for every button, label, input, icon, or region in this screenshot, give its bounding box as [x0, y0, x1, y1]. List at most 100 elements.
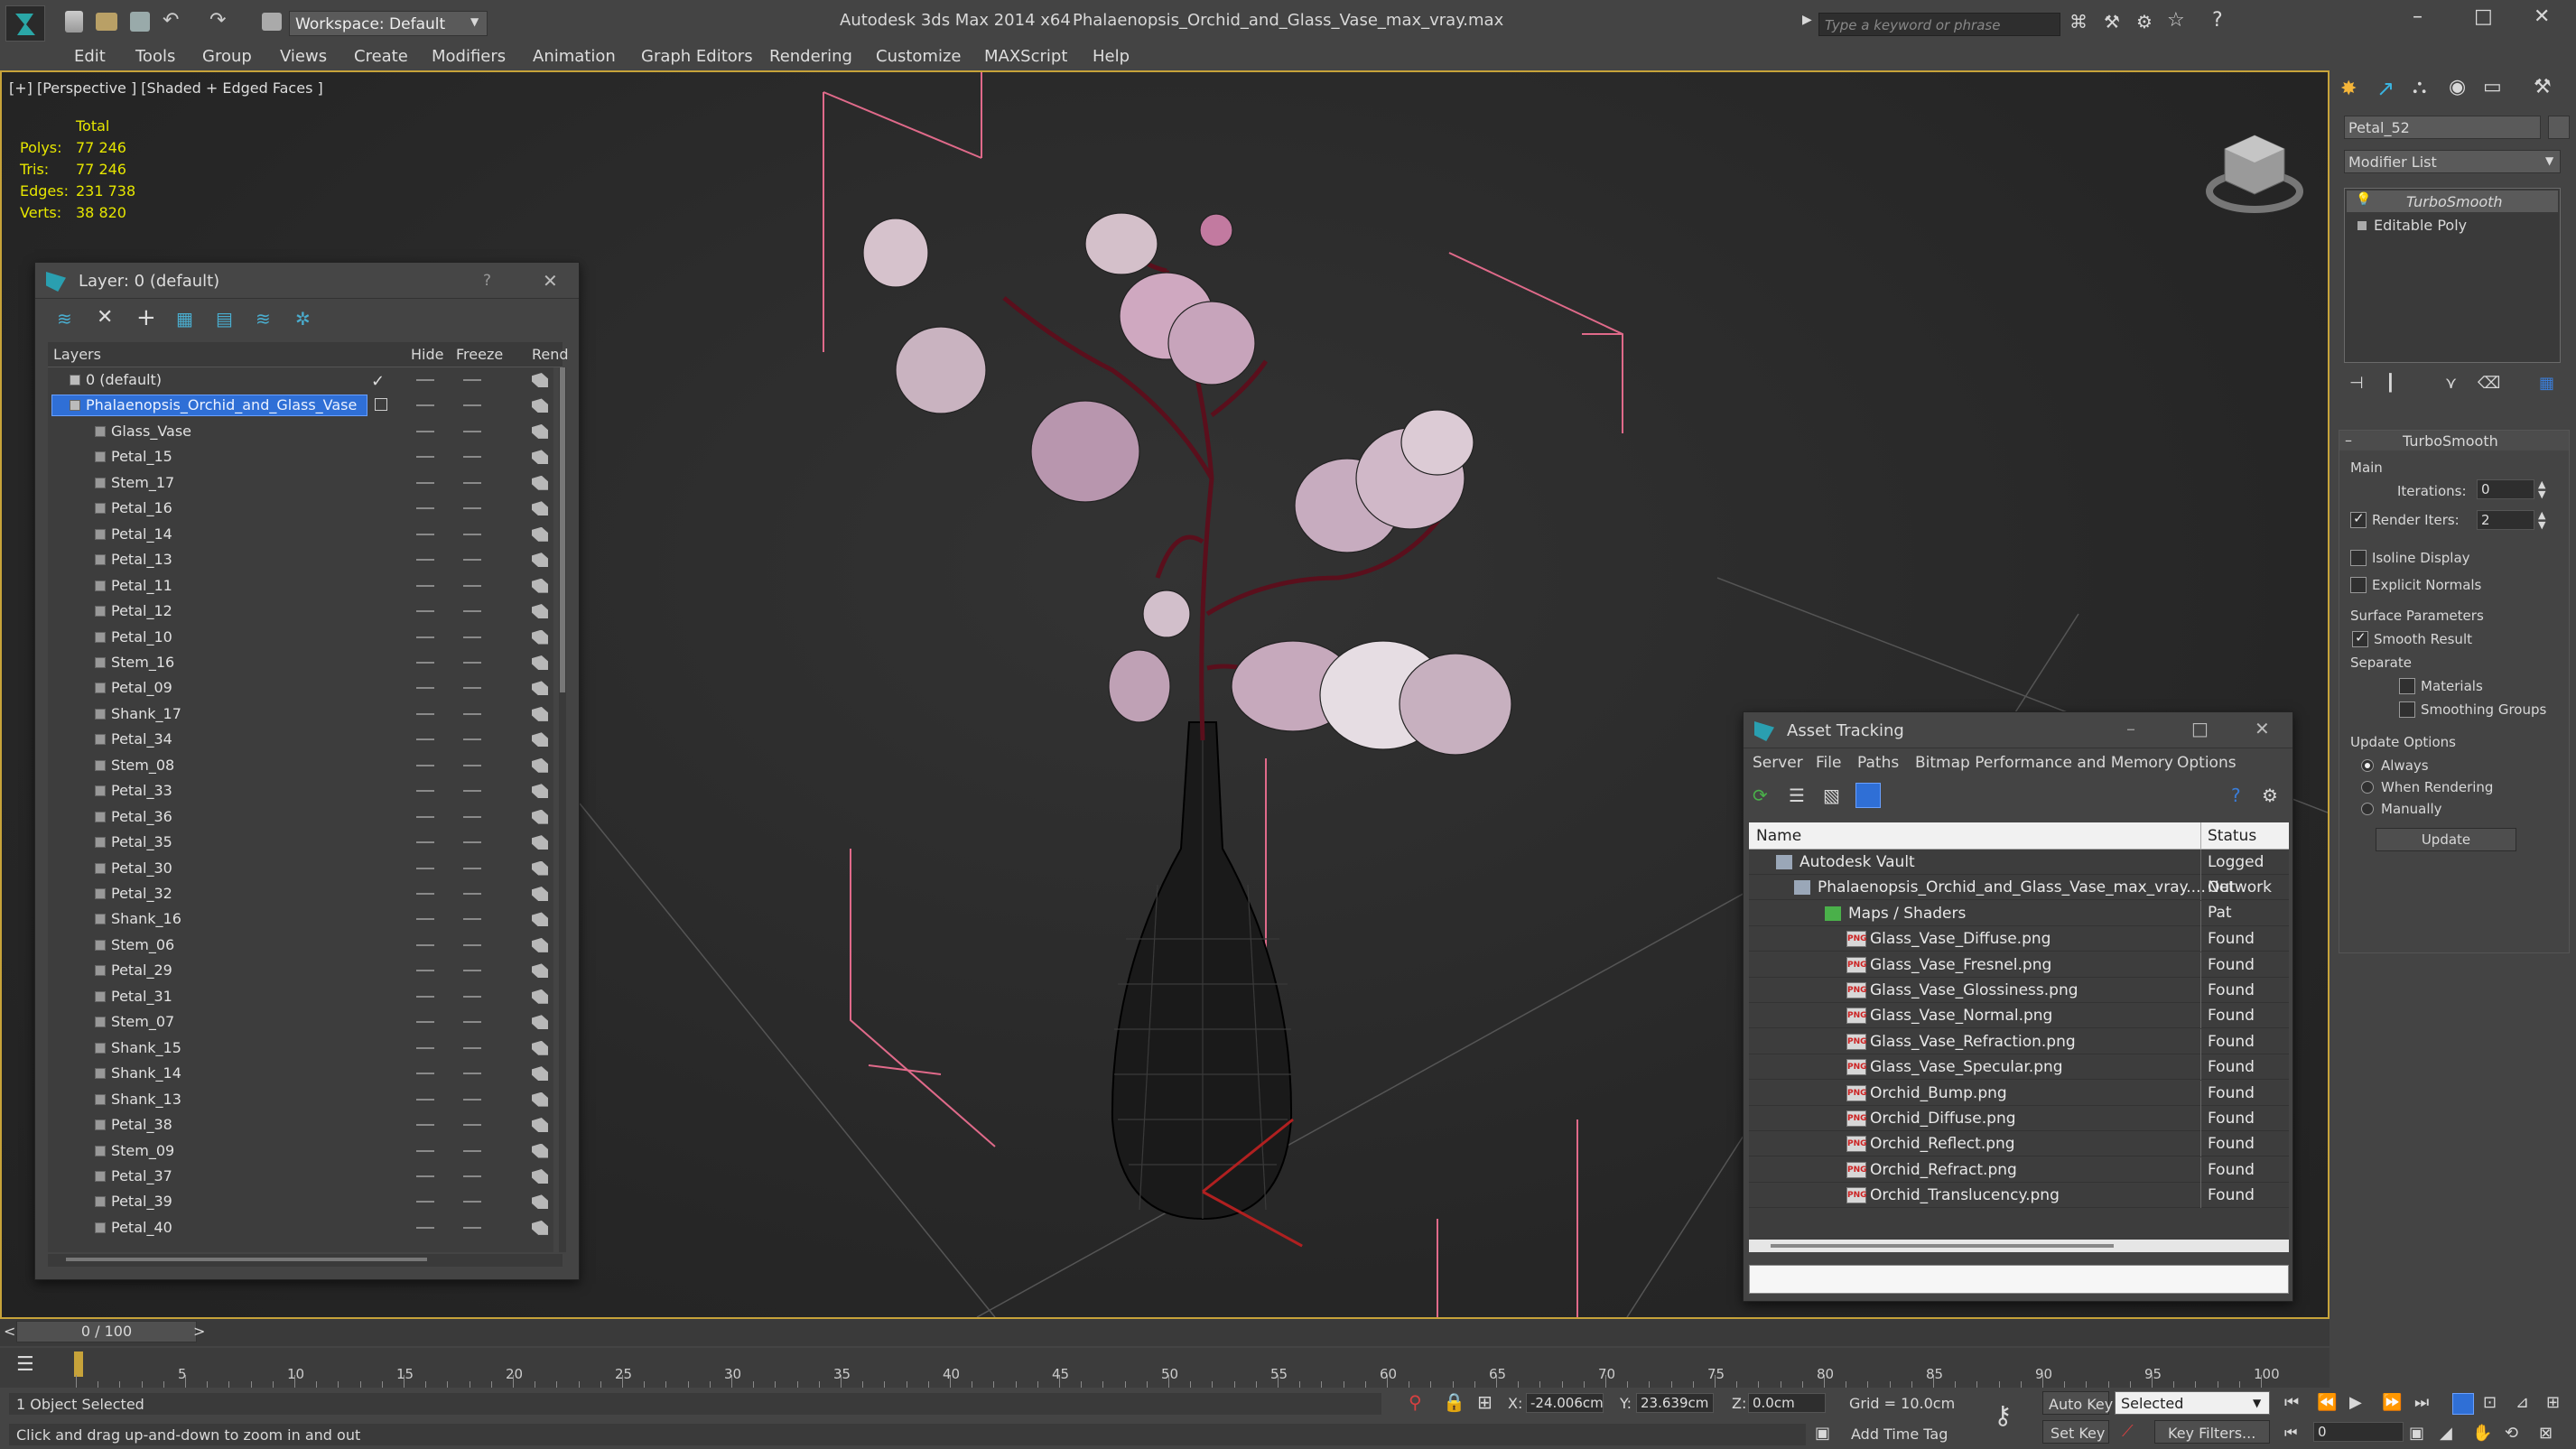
current-layer-check-icon[interactable]: ✓: [371, 369, 385, 395]
layer-row[interactable]: Stem_16: [48, 650, 553, 675]
highlight-layer-icon[interactable]: ▤: [216, 308, 233, 330]
hide-toggle[interactable]: [416, 841, 434, 844]
hide-toggle[interactable]: [416, 1098, 434, 1101]
column-status[interactable]: Status: [2208, 827, 2256, 845]
freeze-toggle[interactable]: [463, 790, 481, 793]
viewcube-icon[interactable]: [2205, 117, 2304, 217]
time-slider[interactable]: < 0 / 100 >: [0, 1319, 2330, 1346]
render-teapot-icon[interactable]: [532, 887, 548, 901]
freeze-toggle[interactable]: [463, 1046, 481, 1049]
materials-checkbox[interactable]: [2399, 678, 2415, 694]
menu-help[interactable]: Help: [1093, 45, 1130, 69]
freeze-toggle[interactable]: [463, 1021, 481, 1024]
display-tab-icon[interactable]: ▭: [2483, 76, 2502, 98]
render-teapot-icon[interactable]: [532, 1040, 548, 1055]
add-time-tag[interactable]: Add Time Tag: [1851, 1426, 1948, 1443]
menu-edit[interactable]: Edit: [74, 45, 106, 69]
freeze-toggle[interactable]: [463, 661, 481, 664]
menu-create[interactable]: Create: [354, 45, 408, 69]
go-to-start-icon[interactable]: ⏮: [2284, 1393, 2299, 1412]
freeze-toggle[interactable]: [463, 995, 481, 998]
freeze-toggle[interactable]: [463, 970, 481, 972]
hide-toggle[interactable]: [416, 1149, 434, 1152]
freeze-toggle[interactable]: [463, 636, 481, 638]
pan-view-icon[interactable]: ✋: [2472, 1424, 2492, 1443]
freeze-toggle[interactable]: [463, 943, 481, 946]
hide-all-layers-icon[interactable]: ≋: [256, 308, 271, 330]
layer-row[interactable]: Petal_16: [48, 496, 553, 521]
zoom-all-icon[interactable]: ⊡: [2483, 1393, 2497, 1412]
hide-toggle[interactable]: [416, 379, 434, 381]
maximize-toggle-icon[interactable]: ⊠: [2539, 1424, 2553, 1443]
hide-toggle[interactable]: [416, 1201, 434, 1203]
render-teapot-icon[interactable]: [532, 1168, 548, 1184]
hide-toggle[interactable]: [416, 687, 434, 690]
object-name-field[interactable]: Petal_52: [2344, 116, 2541, 139]
freeze-toggle[interactable]: [463, 893, 481, 895]
layer-row[interactable]: Petal_33: [48, 778, 553, 803]
asset-row[interactable]: Maps / Shaders: [1749, 900, 2289, 926]
hide-toggle[interactable]: [416, 893, 434, 895]
freeze-toggle[interactable]: [463, 815, 481, 818]
explicit-normals-checkbox[interactable]: [2350, 577, 2367, 593]
freeze-toggle[interactable]: [463, 1175, 481, 1177]
menu-animation[interactable]: Animation: [533, 45, 616, 69]
layer-row[interactable]: Petal_30: [48, 856, 553, 881]
go-to-end-icon[interactable]: ⏭: [2414, 1393, 2429, 1412]
configure-sets-icon[interactable]: ▦: [2539, 374, 2554, 393]
freeze-toggle[interactable]: [463, 712, 481, 715]
vault-icon[interactable]: ⚙: [2262, 785, 2278, 806]
render-teapot-icon[interactable]: [532, 373, 548, 387]
asset-horizontal-scrollbar[interactable]: [1749, 1240, 2289, 1252]
open-file-icon[interactable]: [96, 13, 117, 31]
freeze-toggle[interactable]: [463, 507, 481, 510]
asset-path-field[interactable]: [1749, 1265, 2289, 1294]
layer-row[interactable]: Petal_14: [48, 522, 553, 547]
key-icon[interactable]: ⚷: [1994, 1400, 2013, 1430]
pin-stack-icon[interactable]: ⊣: [2349, 374, 2364, 393]
search-input[interactable]: Type a keyword or phrase: [1818, 13, 2060, 36]
render-teapot-icon[interactable]: [532, 398, 548, 413]
stack-item-turbosmooth[interactable]: 💡 TurboSmooth: [2347, 190, 2558, 212]
asset-row[interactable]: PNG Glass_Vase_Glossiness.png Found: [1749, 978, 2289, 1003]
hide-toggle[interactable]: [416, 943, 434, 946]
layer-row[interactable]: Petal_37: [48, 1164, 553, 1189]
freeze-toggle[interactable]: [463, 1073, 481, 1075]
render-teapot-icon[interactable]: [532, 835, 548, 850]
time-slider-thumb[interactable]: 0 / 100: [16, 1321, 197, 1342]
current-layer-box-icon[interactable]: [375, 398, 387, 412]
play-icon[interactable]: ▶: [2349, 1393, 2362, 1412]
z-coordinate-field[interactable]: 0.0cm: [1748, 1393, 1826, 1413]
render-teapot-icon[interactable]: [532, 475, 548, 490]
layer-row[interactable]: Stem_17: [48, 470, 553, 496]
hide-toggle[interactable]: [416, 995, 434, 998]
help-icon[interactable]: ?: [483, 272, 491, 290]
subscription-icon[interactable]: ⚙: [2136, 11, 2153, 33]
layer-row[interactable]: Glass_Vase: [48, 419, 553, 444]
lock-selection-icon[interactable]: 🔒: [1443, 1391, 1465, 1413]
layer-row[interactable]: Petal_34: [48, 727, 553, 752]
render-teapot-icon[interactable]: [532, 604, 548, 619]
menu-tools[interactable]: Tools: [135, 45, 175, 69]
layer-row[interactable]: Petal_29: [48, 958, 553, 983]
favorites-icon[interactable]: ☆: [2167, 9, 2185, 32]
column-hide[interactable]: Hide: [411, 346, 443, 363]
hide-toggle[interactable]: [416, 738, 434, 741]
iterations-spinner[interactable]: 0: [2477, 479, 2534, 499]
hide-toggle[interactable]: [416, 918, 434, 921]
hide-toggle[interactable]: [416, 712, 434, 715]
render-teapot-icon[interactable]: [532, 1143, 548, 1158]
asset-row[interactable]: Autodesk Vault Logged Out: [1749, 850, 2289, 896]
menu-views[interactable]: Views: [280, 45, 327, 69]
auto-key-button[interactable]: Auto Key: [2042, 1391, 2113, 1415]
layer-row[interactable]: Petal_15: [48, 444, 553, 469]
when-rendering-radio[interactable]: [2361, 781, 2374, 794]
absolute-mode-icon[interactable]: ⊞: [1477, 1391, 1493, 1413]
freeze-toggle[interactable]: [463, 404, 481, 407]
new-file-icon[interactable]: [65, 11, 83, 33]
menu-modifiers[interactable]: Modifiers: [432, 45, 506, 69]
menu-customize[interactable]: Customize: [876, 45, 961, 69]
layer-row[interactable]: Shank_17: [48, 701, 553, 727]
freeze-toggle[interactable]: [463, 1149, 481, 1152]
freeze-toggle[interactable]: [463, 559, 481, 562]
